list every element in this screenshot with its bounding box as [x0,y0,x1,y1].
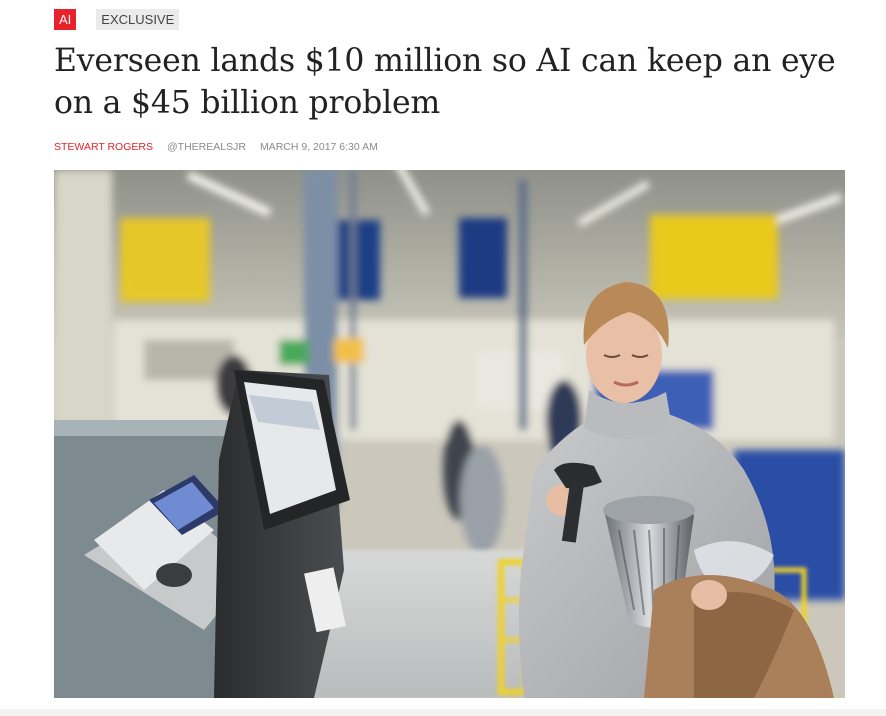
hero-image [54,170,845,698]
tag-row: AI EXCLUSIVE [54,9,180,30]
exclusive-tag[interactable]: EXCLUSIVE [96,9,180,30]
author-twitter-handle[interactable]: @THEREALSJR [167,140,246,154]
author-link[interactable]: STEWART ROGERS [54,140,153,154]
page-footer-strip [0,709,886,716]
publish-date: MARCH 9, 2017 6:30 AM [259,141,378,153]
category-tag-ai[interactable]: AI [54,9,77,30]
article-headline: Everseen lands $10 million so AI can kee… [54,43,836,121]
byline: STEWART ROGERS @THEREALSJR MARCH 9, 2017… [54,140,378,154]
